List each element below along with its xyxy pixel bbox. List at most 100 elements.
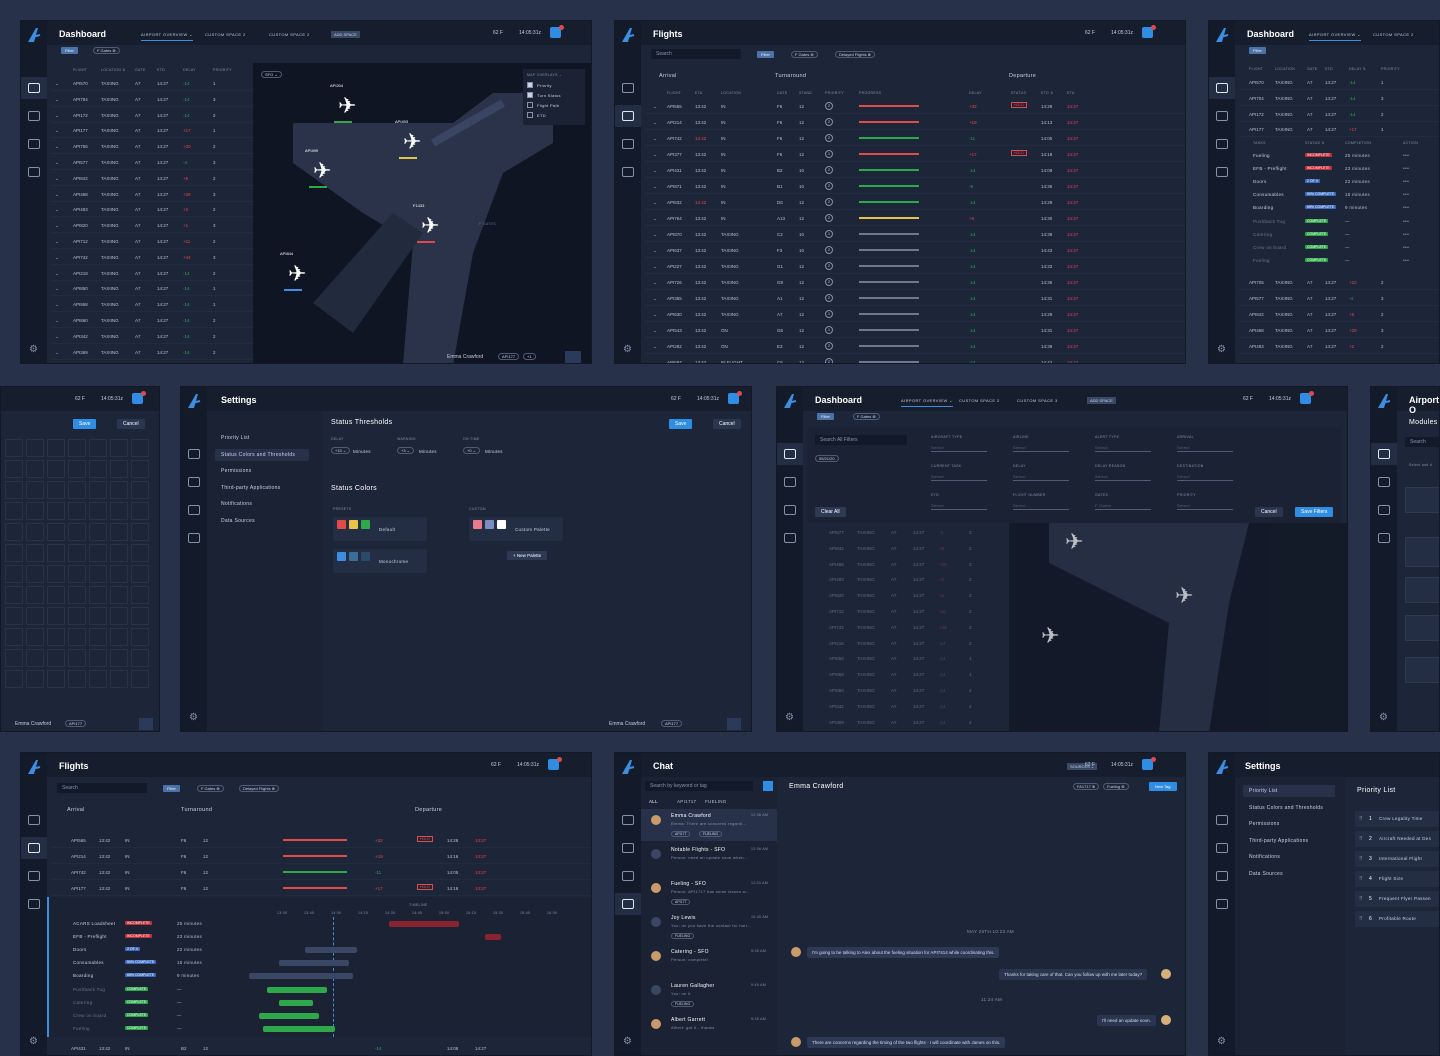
table-row[interactable]: ⌄ API172 TAXIING A7 14:27 -14 2: [51, 108, 267, 123]
table-row[interactable]: ⌄ API282 13:42 ON E3 12 2 -14 14:39 14:27: [645, 339, 1185, 354]
col-header[interactable]: ETD: [157, 68, 165, 72]
tab-0[interactable]: AIRPORT OVERVIEW ⌄: [1309, 32, 1361, 41]
table-row[interactable]: API842 TAXIING A7 14:27 +5 2: [807, 541, 1003, 556]
threshold-select[interactable]: +15 ⌄: [331, 447, 351, 454]
table-row[interactable]: ⌄ API794 TAXIING A7 14:27 -14 3: [51, 92, 267, 107]
save-filters-button[interactable]: Save Filters: [1295, 507, 1334, 517]
airplane-icon[interactable]: ✈: [313, 160, 331, 182]
chevron-icon[interactable]: ⌄: [55, 176, 59, 182]
table-row[interactable]: ⌄ API177 TAXIING A7 14:27 +17 1: [51, 123, 267, 139]
col-header[interactable]: PRIORITY: [213, 68, 232, 72]
table-row[interactable]: ⌄ API543 13:42 ON G6 12 1 -14 14:31 14:27: [645, 323, 1185, 338]
flights-icon[interactable]: [622, 843, 634, 853]
flights-icon[interactable]: [1216, 111, 1228, 121]
table-row[interactable]: API565 13:42 IN F6 12 +32 HOLD 14:28 14:27: [51, 833, 591, 848]
chevron-icon[interactable]: ⌄: [55, 286, 59, 292]
table-row[interactable]: API850 TAXIING A7 14:27 -14 1: [807, 651, 1003, 667]
table-row[interactable]: API431 13:42 IN B2 12 -14 14:08 14:27: [51, 1041, 591, 1055]
table-row[interactable]: API577 TAXIING A7 14:27 -4 3: [1239, 291, 1439, 306]
airplane-icon[interactable]: ✈: [1065, 531, 1083, 553]
footer-flight-tag[interactable]: API177: [65, 720, 87, 727]
chevron-icon[interactable]: ⌄: [653, 296, 657, 302]
priority-item[interactable]: ⠿ 1 Crew Legality Time: [1355, 811, 1439, 827]
chat-thread[interactable]: Albert Garrett 9:35 AM Albert: got it - th…: [641, 1013, 777, 1045]
settings-gear-icon[interactable]: ⚙: [785, 713, 794, 723]
gates-chip[interactable]: F Gates ⊗: [791, 51, 818, 58]
chevron-icon[interactable]: ⌄: [653, 136, 657, 142]
modules-search[interactable]: Search: [1405, 437, 1439, 447]
chat-filter[interactable]: FUELING: [705, 799, 727, 804]
chat-toggle-icon[interactable]: [727, 718, 741, 730]
table-row[interactable]: API577 TAXIING A7 14:27 -4 3: [807, 525, 1003, 540]
clear-all-button[interactable]: Clear All: [815, 507, 846, 517]
settings-menu-item[interactable]: Notifications: [221, 501, 252, 507]
table-row[interactable]: API705 TAXIING A7 14:27 +22 2: [1239, 275, 1439, 290]
chat-icon[interactable]: [622, 167, 634, 177]
table-row[interactable]: ⌄ API355 13:42 TAXIING A1 12 2 -14 14:31 14:27: [645, 291, 1185, 306]
task-more-icon[interactable]: •••: [1403, 192, 1409, 198]
col-header[interactable]: PROGRESS: [859, 91, 881, 95]
threshold-select[interactable]: +3 ⌄: [397, 447, 415, 454]
col-header[interactable]: FLIGHT: [667, 91, 681, 95]
col-header[interactable]: STAND: [799, 91, 812, 95]
chat-icon[interactable]: [28, 167, 40, 177]
chat-thread[interactable]: Catering - SFO 9:35 AM Person: complete!: [641, 945, 777, 977]
chevron-icon[interactable]: ⌄: [653, 216, 657, 222]
dashboard-icon[interactable]: [28, 815, 40, 825]
chat-icon[interactable]: [188, 533, 200, 543]
palette-card-mono[interactable]: Monochrome: [333, 549, 427, 573]
drag-handle-icon[interactable]: ⠿: [1359, 816, 1363, 822]
filter-select[interactable]: Select: [1177, 474, 1233, 481]
chevron-icon[interactable]: ⌄: [55, 302, 59, 308]
overlay-option[interactable]: ETD: [537, 113, 546, 118]
dashboard-icon[interactable]: [622, 83, 634, 93]
add-space-button[interactable]: ADD SPACE: [331, 31, 360, 38]
overlay-checkbox[interactable]: [527, 82, 533, 88]
chevron-icon[interactable]: ⌄: [653, 232, 657, 238]
table-row[interactable]: API468 TAXIING A7 14:27 +28 3: [807, 557, 1003, 572]
table-row[interactable]: ⌄ API842 TAXIING A7 14:27 +5 2: [51, 171, 267, 186]
chat-filter[interactable]: API1717: [677, 799, 696, 804]
col-header[interactable]: ETA: [695, 91, 702, 95]
chat-icon[interactable]: [1216, 167, 1228, 177]
settings-menu-item[interactable]: Data Sources: [221, 518, 255, 524]
dashboard-icon[interactable]: [1216, 815, 1228, 825]
palette-card-default[interactable]: Default: [333, 517, 427, 541]
settings-gear-icon[interactable]: ⚙: [29, 1037, 38, 1047]
chevron-icon[interactable]: ⌄: [653, 344, 657, 350]
settings-gear-icon[interactable]: ⚙: [623, 1037, 632, 1047]
chevron-icon[interactable]: ⌄: [55, 334, 59, 340]
module-card[interactable]: [1405, 487, 1439, 513]
flights-icon[interactable]: [622, 111, 634, 121]
thread-tag[interactable]: FUELING: [671, 1001, 695, 1007]
gantt-bar[interactable]: [389, 921, 459, 927]
gates-chip[interactable]: F Gates ⊗: [197, 785, 224, 792]
module-card[interactable]: [1405, 657, 1439, 683]
task-more-icon[interactable]: •••: [1403, 219, 1409, 225]
settings-menu-item[interactable]: Status Colors and Thresholds: [1249, 805, 1323, 811]
compose-icon[interactable]: [763, 781, 773, 791]
col-header[interactable]: LOCATION: [1275, 67, 1295, 71]
airplane-icon[interactable]: ✈: [1041, 625, 1059, 647]
footer-tag-count[interactable]: +1: [523, 353, 536, 360]
table-row[interactable]: ⌄ API565 13:42 IN F6 12 2 +32 HOLD 14:28 14:27: [645, 99, 1185, 114]
table-row[interactable]: ⌄ API369 TAXIING A7 14:27 -14 2: [51, 345, 267, 360]
table-row[interactable]: ⌄ API227 13:42 TAXIING G1 12 2 -14 14:33 14:27: [645, 259, 1185, 274]
footer-flight-tag[interactable]: API177: [661, 720, 683, 727]
add-space-button[interactable]: ADD SPACE: [1087, 397, 1116, 404]
gantt-bar[interactable]: [249, 973, 353, 980]
dashboard-icon[interactable]: [622, 815, 634, 825]
thread-tag[interactable]: FUELING: [699, 831, 723, 837]
col-header[interactable]: PRIORITY: [1381, 67, 1400, 71]
thread-tag[interactable]: API177: [671, 899, 691, 905]
dashboard-icon[interactable]: [784, 449, 796, 459]
calendar-icon[interactable]: [622, 871, 634, 881]
flights-icon[interactable]: [28, 843, 40, 853]
calendar-icon[interactable]: [1216, 139, 1228, 149]
gantt-bar[interactable]: [267, 986, 327, 993]
airplane-icon[interactable]: ✈: [288, 263, 306, 285]
col-header[interactable]: PRIORITY: [825, 91, 844, 95]
airport-map[interactable]: SFO ⌄ MAP OVERLAYS ⌄ Priority Turn Status Fl…: [253, 63, 591, 363]
chevron-icon[interactable]: ⌄: [653, 184, 657, 190]
chevron-icon[interactable]: ⌄: [55, 144, 59, 150]
